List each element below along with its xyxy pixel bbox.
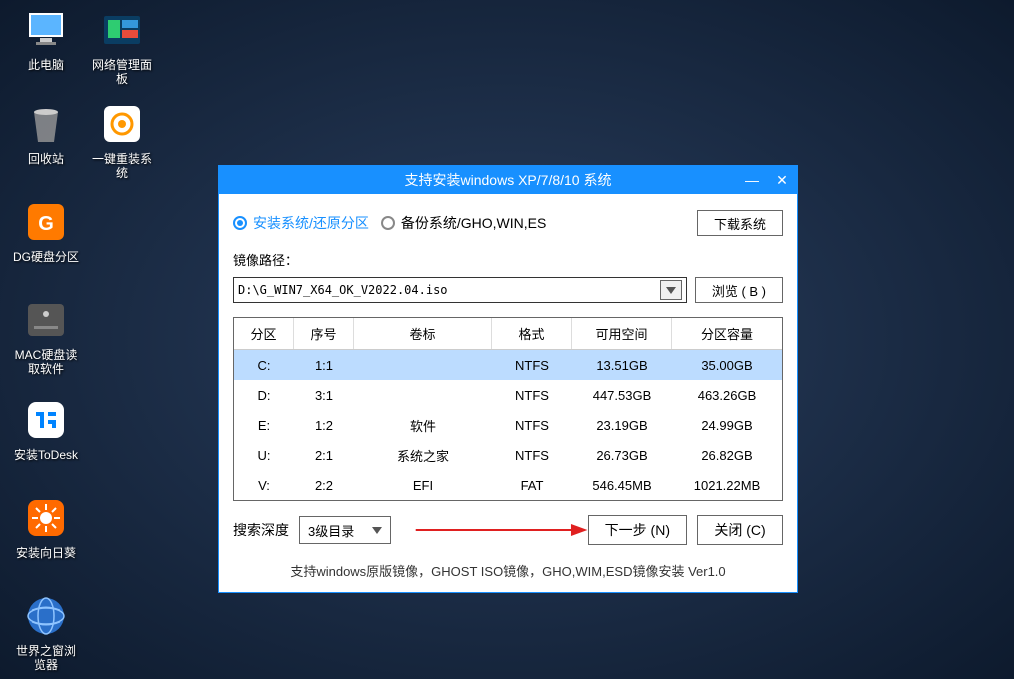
- download-button[interactable]: 下载系统: [697, 210, 783, 236]
- table-cell: 2:2: [294, 478, 354, 493]
- window-title: 支持安装windows XP/7/8/10 系统: [279, 170, 737, 190]
- desktop-icon-reinstall[interactable]: 一键重装系统: [88, 100, 156, 180]
- table-row[interactable]: E:1:2软件NTFS23.19GB24.99GB: [234, 410, 782, 440]
- desktop-icon-recycle-bin[interactable]: 回收站: [12, 100, 80, 166]
- radio-install-restore[interactable]: 安装系统/还原分区: [233, 213, 369, 233]
- desktop-icon-sunflower[interactable]: 安装向日葵: [12, 494, 80, 560]
- todesk-icon: [22, 396, 70, 444]
- table-row[interactable]: V:2:2EFIFAT546.45MB1021.22MB: [234, 470, 782, 500]
- table-cell: 软件: [354, 416, 492, 435]
- annotation-arrow-icon: [411, 520, 587, 540]
- table-cell: NTFS: [492, 448, 572, 463]
- desktop-icon-this-pc[interactable]: 此电脑: [12, 6, 80, 72]
- table-cell: 1:1: [294, 358, 354, 373]
- combo-arrow-button[interactable]: [660, 280, 682, 300]
- partition-table: 分区 序号 卷标 格式 可用空间 分区容量 C:1:1NTFS13.51GB35…: [233, 317, 783, 501]
- svg-text:G: G: [38, 213, 54, 235]
- dg-icon: G: [22, 198, 70, 246]
- desktop-icon-mac-disk[interactable]: MAC硬盘读取软件: [12, 296, 80, 376]
- desktop-icon-dg-partition[interactable]: G DG硬盘分区: [12, 198, 80, 264]
- desktop-icon-todesk[interactable]: 安装ToDesk: [12, 396, 80, 462]
- search-depth-label: 搜索深度: [233, 520, 289, 540]
- chevron-down-icon: [372, 527, 382, 534]
- chevron-down-icon: [666, 287, 676, 294]
- table-cell: C:: [234, 358, 294, 373]
- search-depth-select[interactable]: 3级目录: [299, 516, 391, 544]
- image-path-label: 镜像路径：: [233, 250, 783, 269]
- table-cell: 26.73GB: [572, 448, 672, 463]
- pc-icon: [22, 6, 70, 54]
- table-cell: NTFS: [492, 358, 572, 373]
- table-cell: V:: [234, 478, 294, 493]
- table-row[interactable]: D:3:1 NTFS447.53GB463.26GB: [234, 380, 782, 410]
- table-row[interactable]: C:1:1 NTFS13.51GB35.00GB: [234, 350, 782, 380]
- table-cell: 2:1: [294, 448, 354, 463]
- next-button[interactable]: 下一步 (N): [588, 515, 687, 545]
- table-cell: D:: [234, 388, 294, 403]
- recycle-bin-icon: [22, 100, 70, 148]
- browse-button[interactable]: 浏览 ( B ): [695, 277, 783, 303]
- table-cell: NTFS: [492, 418, 572, 433]
- table-cell: U:: [234, 448, 294, 463]
- desktop-icon-network-panel[interactable]: 网络管理面板: [88, 6, 156, 86]
- network-panel-icon: [98, 6, 146, 54]
- table-cell: E:: [234, 418, 294, 433]
- table-row[interactable]: U:2:1系统之家NTFS26.73GB26.82GB: [234, 440, 782, 470]
- reinstall-icon: [98, 100, 146, 148]
- table-cell: NTFS: [492, 388, 572, 403]
- table-cell: EFI: [354, 478, 492, 493]
- table-cell: 1021.22MB: [672, 478, 782, 493]
- table-body: C:1:1NTFS13.51GB35.00GBD:3:1NTFS447.53GB…: [234, 350, 782, 500]
- table-cell: 24.99GB: [672, 418, 782, 433]
- table-cell: 447.53GB: [572, 388, 672, 403]
- table-cell: FAT: [492, 478, 572, 493]
- desktop-icon-browser[interactable]: 世界之窗浏览器: [12, 592, 80, 672]
- table-header: 分区 序号 卷标 格式 可用空间 分区容量: [234, 318, 782, 350]
- table-cell: 463.26GB: [672, 388, 782, 403]
- radio-backup[interactable]: 备份系统/GHO,WIN,ES: [381, 213, 546, 233]
- footer-text: 支持windows原版镜像，GHOST ISO镜像，GHO,WIM,ESD镜像安…: [233, 551, 783, 584]
- radio-dot-icon: [233, 216, 247, 230]
- table-cell: 3:1: [294, 388, 354, 403]
- close-x-button[interactable]: ✕: [767, 166, 797, 194]
- table-cell: 13.51GB: [572, 358, 672, 373]
- sunflower-icon: [22, 494, 70, 542]
- image-path-combo[interactable]: D:\G_WIN7_X64_OK_V2022.04.iso: [233, 277, 687, 303]
- close-button[interactable]: 关闭 (C): [697, 515, 783, 545]
- titlebar[interactable]: 支持安装windows XP/7/8/10 系统 — ✕: [219, 166, 797, 194]
- table-cell: 546.45MB: [572, 478, 672, 493]
- minimize-button[interactable]: —: [737, 166, 767, 194]
- radio-dot-icon: [381, 216, 395, 230]
- table-cell: 35.00GB: [672, 358, 782, 373]
- installer-window: 支持安装windows XP/7/8/10 系统 — ✕ 安装系统/还原分区 备…: [218, 165, 798, 593]
- globe-icon: [22, 592, 70, 640]
- table-cell: 23.19GB: [572, 418, 672, 433]
- table-cell: 系统之家: [354, 446, 492, 465]
- table-cell: 1:2: [294, 418, 354, 433]
- table-cell: 26.82GB: [672, 448, 782, 463]
- mac-disk-icon: [22, 296, 70, 344]
